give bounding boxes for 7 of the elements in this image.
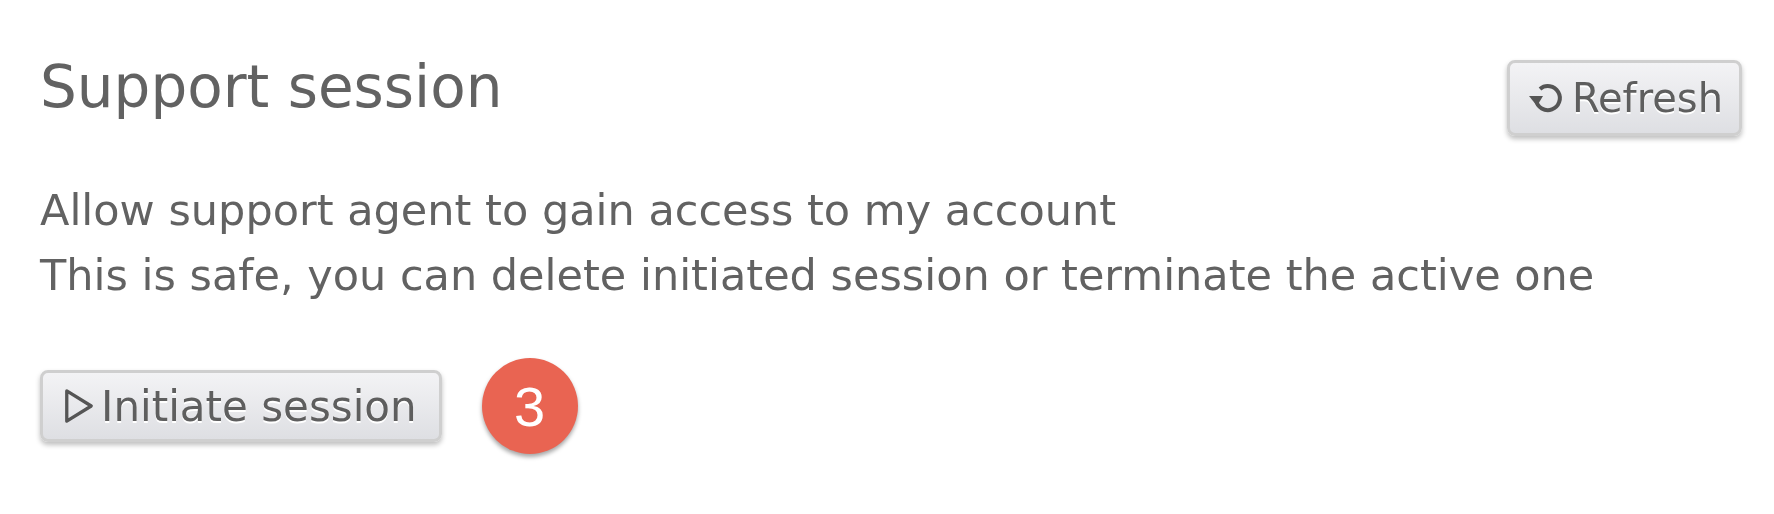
initiate-session-button[interactable]: Initiate session [40,370,442,442]
play-icon [63,387,95,425]
refresh-button[interactable]: Refresh [1506,60,1742,136]
description-text: This is safe, you can delete initiated session or terminate the active one [40,249,1596,302]
description-text: Allow support agent to gain access to my account [40,184,1118,237]
step-badge: 3 [481,358,578,454]
section-title: Support session [40,52,503,123]
